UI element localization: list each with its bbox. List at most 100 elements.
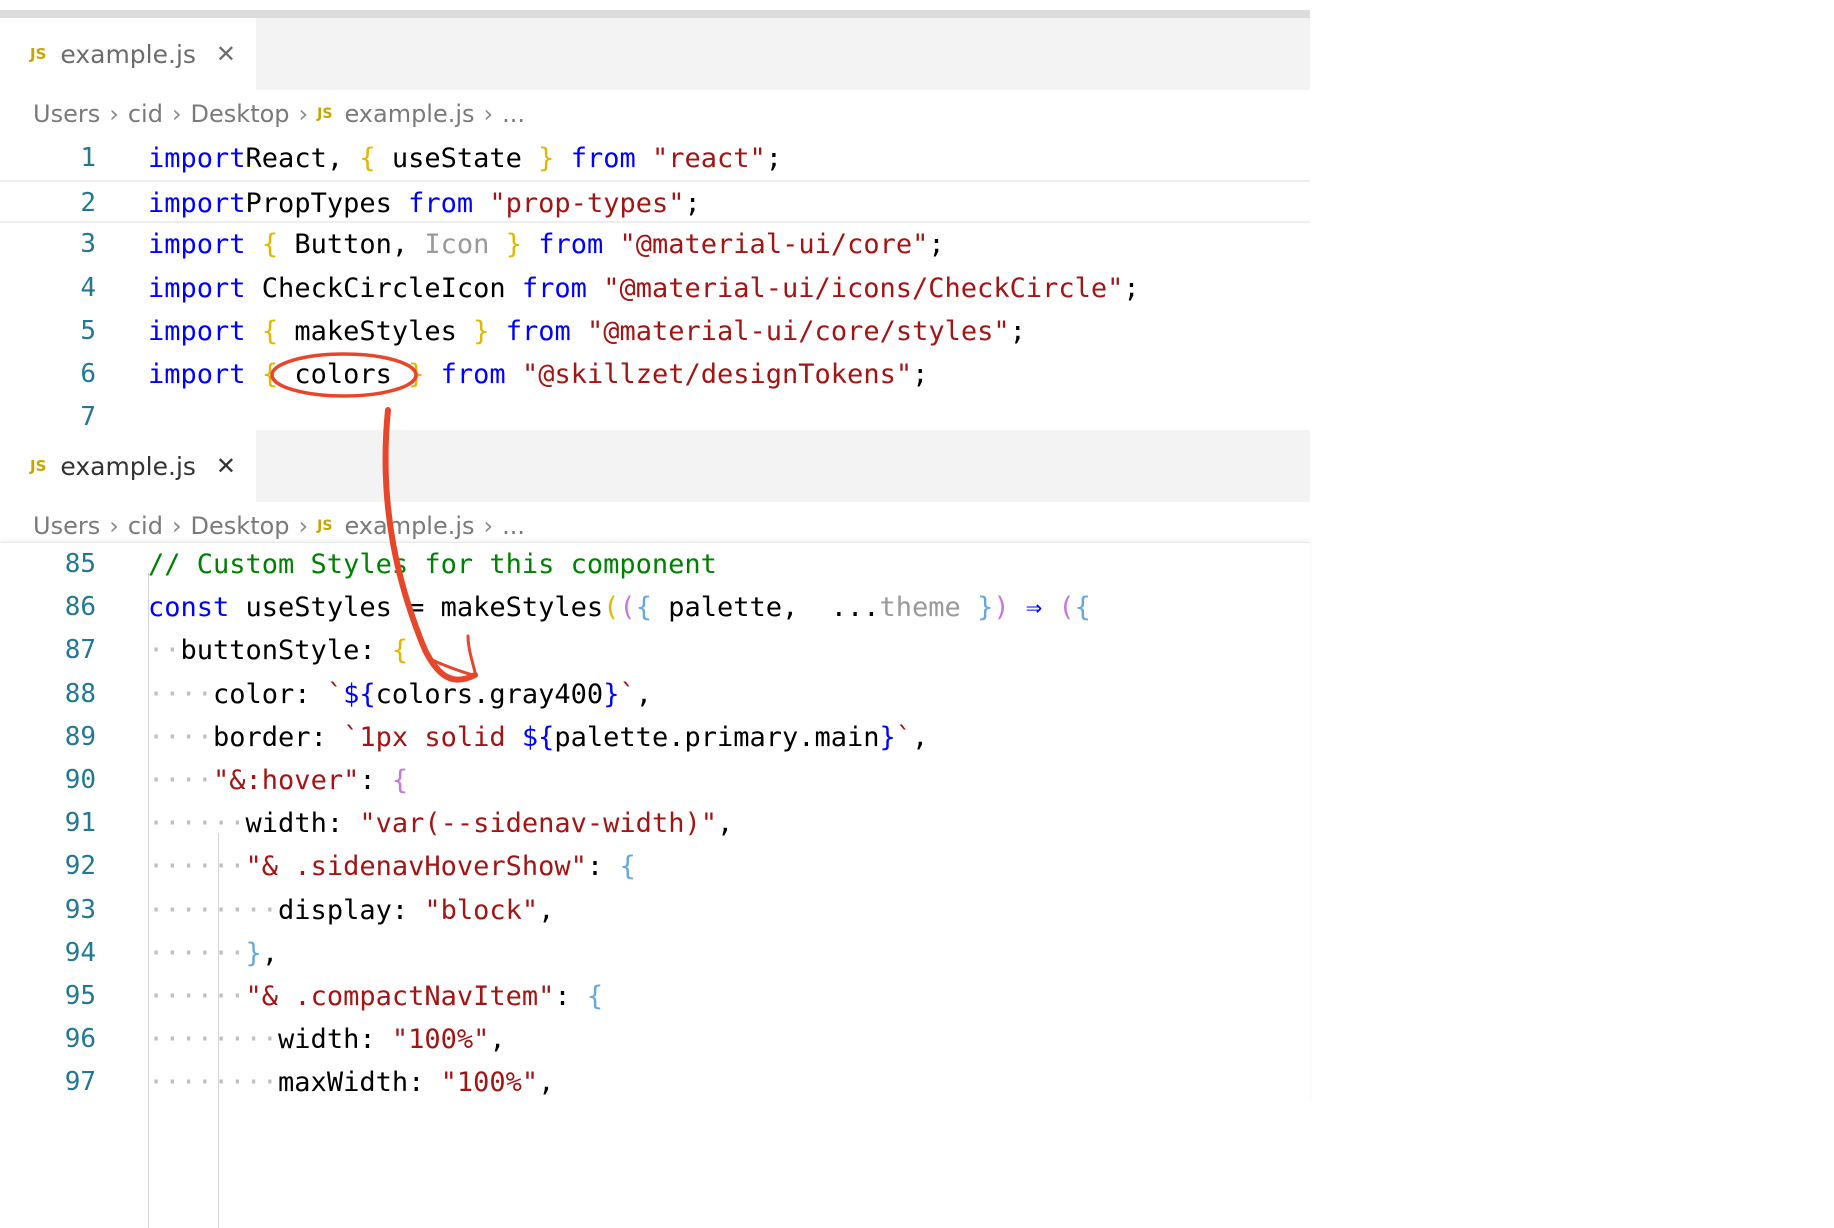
line-number: 92 <box>64 851 96 882</box>
code-token: width: <box>245 808 360 840</box>
code-line[interactable]: 92 ······"& .sidenavHoverShow": { <box>0 845 1310 888</box>
code-text: ······"& .compactNavItem": { <box>148 975 603 1018</box>
breadcrumb-item-cid[interactable]: cid <box>128 512 163 540</box>
code-line[interactable]: 86 const useStyles = makeStyles(({ palett… <box>0 586 1310 629</box>
code-line[interactable]: 88 ····color: `${colors.gray400}`, <box>0 673 1310 716</box>
code-token: ) <box>993 592 1010 624</box>
code-line[interactable]: 6 import { colors } from "@skillzet/desig… <box>0 353 1310 396</box>
code-line[interactable]: 95 ······"& .compactNavItem": { <box>0 975 1310 1018</box>
code-token: { <box>261 315 279 347</box>
code-token: , <box>538 894 555 926</box>
code-line[interactable]: 3 import { Button, Icon } from "@material… <box>0 223 1310 266</box>
code-token: "@material-ui/core" <box>619 229 929 261</box>
code-token: ···· <box>148 678 214 710</box>
code-token: "@material-ui/icons/CheckCircle" <box>603 272 1124 304</box>
tab-example-js[interactable]: JS example.js ✕ <box>0 18 256 90</box>
code-token: "@skillzet/designTokens" <box>521 358 913 390</box>
code-line[interactable]: 96 ········width: "100%", <box>0 1018 1310 1061</box>
breadcrumb-item-symbols[interactable]: ... <box>502 512 525 540</box>
code-token: from <box>570 143 636 174</box>
chevron-right-icon: › <box>171 512 182 540</box>
code-token: } <box>245 937 262 969</box>
breadcrumb-item-symbols[interactable]: ... <box>502 100 525 128</box>
code-token: { <box>359 143 376 174</box>
code-line[interactable]: 94 ······}, <box>0 932 1310 975</box>
code-text: ····color: `${colors.gray400}`, <box>148 673 652 716</box>
line-number: 90 <box>64 764 96 795</box>
breadcrumb-item-desktop[interactable]: Desktop <box>191 100 290 128</box>
code-line[interactable]: 1 importReact, { useState } from "react"; <box>0 137 1310 180</box>
breadcrumb-item-file[interactable]: example.js <box>344 512 474 540</box>
code-token: makeStyles <box>278 315 474 347</box>
code-token: "@material-ui/core/styles" <box>586 315 1010 347</box>
code-text: ········width: "100%", <box>148 1018 506 1061</box>
code-token: from <box>521 272 587 304</box>
code-line[interactable]: 5 import { makeStyles } from "@material-u… <box>0 310 1310 353</box>
code-token: ; <box>912 358 929 390</box>
code-line[interactable]: 91 ······width: "var(--sidenav-width)", <box>0 802 1310 845</box>
breadcrumb-item-users[interactable]: Users <box>33 512 100 540</box>
code-line[interactable]: 2 importPropTypes from "prop-types"; <box>0 180 1310 224</box>
code-text: importReact, { useState } from "react"; <box>148 137 782 180</box>
code-editor[interactable]: 85 // Custom Styles for this component 86 c… <box>0 542 1310 1228</box>
close-icon[interactable]: ✕ <box>216 40 236 68</box>
code-text: import { colors } from "@skillzet/design… <box>148 353 928 396</box>
code-line[interactable]: 89 ····border: `1px solid ${palette.prima… <box>0 716 1310 759</box>
tab-example-js[interactable]: JS example.js ✕ <box>0 430 256 502</box>
code-text: ····"&:hover": { <box>148 759 408 802</box>
breadcrumb-item-cid[interactable]: cid <box>128 100 163 128</box>
code-line[interactable]: 93 ········display: "block", <box>0 889 1310 932</box>
chevron-right-icon: › <box>171 100 182 128</box>
line-number: 95 <box>64 980 96 1011</box>
code-token: ⇒ <box>1025 592 1043 624</box>
breadcrumb-item-desktop[interactable]: Desktop <box>191 512 290 540</box>
code-editor[interactable]: 1 importReact, { useState } from "react";… <box>0 137 1310 439</box>
code-token: ( <box>1058 592 1075 624</box>
breadcrumb: Users › cid › Desktop › JS example.js › … <box>33 506 525 546</box>
code-token: : <box>586 851 620 883</box>
chevron-right-icon: › <box>298 512 309 540</box>
chevron-right-icon: › <box>483 512 494 540</box>
breadcrumb-item-file[interactable]: example.js <box>344 100 474 128</box>
chevron-right-icon: › <box>109 100 119 128</box>
code-token: ······ <box>148 980 246 1012</box>
code-token: "& .sidenavHoverShow" <box>245 851 587 883</box>
close-icon[interactable]: ✕ <box>216 452 236 480</box>
code-token: from <box>408 188 474 220</box>
tab-label: example.js <box>60 451 196 481</box>
chevron-right-icon: › <box>298 100 309 128</box>
code-token: , <box>716 808 734 840</box>
code-token: , <box>912 721 929 753</box>
code-token: ···· <box>148 721 214 753</box>
code-line[interactable]: 90 ····"&:hover": { <box>0 759 1310 802</box>
code-token: import <box>148 188 246 220</box>
code-line[interactable]: 97 ········maxWidth: "100%", <box>0 1061 1310 1104</box>
code-token: colors.gray400 <box>375 678 604 710</box>
code-line[interactable]: 85 // Custom Styles for this component <box>0 543 1310 586</box>
code-line[interactable]: 87 ··buttonStyle: { <box>0 629 1310 672</box>
code-line[interactable]: 4 import CheckCircleIcon from "@material-… <box>0 267 1310 310</box>
code-token: ···· <box>148 764 214 796</box>
code-token: { <box>619 851 636 883</box>
tab-bar: JS example.js ✕ <box>0 430 1310 502</box>
line-number: 4 <box>80 272 96 303</box>
tab-label: example.js <box>60 39 196 69</box>
breadcrumb-item-users[interactable]: Users <box>33 100 100 128</box>
code-token: from <box>440 358 506 390</box>
code-token: import <box>148 229 246 261</box>
code-token: { <box>261 229 279 261</box>
code-token: { <box>391 635 409 667</box>
code-token: theme <box>879 592 961 624</box>
code-token: palette, ... <box>651 592 880 624</box>
js-file-icon: JS <box>30 457 47 475</box>
js-file-icon: JS <box>317 518 333 534</box>
code-token: ( <box>619 592 636 624</box>
